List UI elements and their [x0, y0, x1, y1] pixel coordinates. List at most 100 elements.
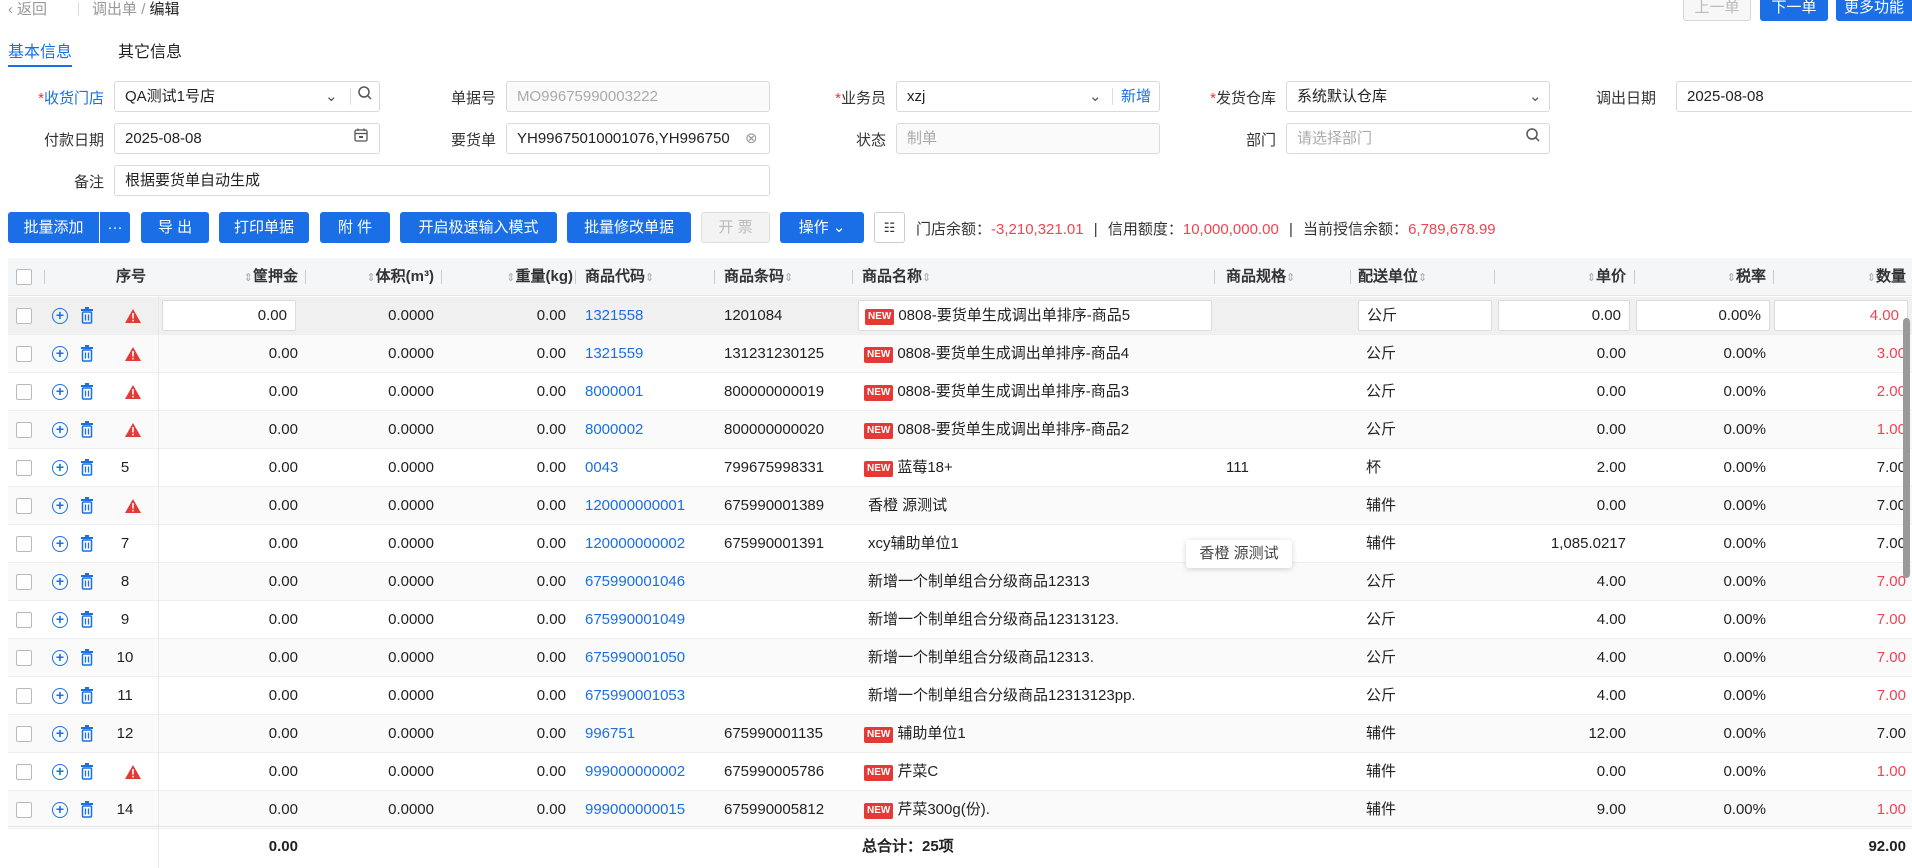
clear-icon[interactable]: ⊗	[745, 124, 758, 153]
delete-icon[interactable]	[80, 725, 94, 742]
remark-field[interactable]: 根据要货单自动生成	[114, 165, 770, 196]
print-button[interactable]: 打印单据	[219, 212, 309, 243]
code-link[interactable]: 675990001049	[585, 601, 685, 639]
add-row-icon[interactable]: +	[52, 308, 68, 324]
add-row-icon[interactable]: +	[52, 384, 68, 400]
table-row[interactable]: +0.00 0.0000 0.00 999000000002 675990005786 N…	[8, 753, 1912, 791]
code-link[interactable]: 675990001046	[585, 563, 685, 601]
table-row[interactable]: +10 0.00 0.0000 0.00 675990001050 新增一个制单组合分级商…	[8, 639, 1912, 677]
col-volume[interactable]: ⇕体积(m³)	[308, 258, 434, 296]
row-checkbox[interactable]	[16, 802, 32, 818]
code-link[interactable]: 996751	[585, 715, 635, 753]
back-link[interactable]: ‹ 返回	[8, 0, 47, 19]
col-barcode[interactable]: 商品条码⇕	[724, 258, 793, 296]
col-price[interactable]: ⇕单价	[1498, 258, 1626, 296]
deposit-input[interactable]: 0.00	[162, 300, 296, 331]
delete-icon[interactable]	[80, 573, 94, 590]
table-row[interactable]: +8 0.00 0.0000 0.00 675990001046 新增一个制单组合分级商品…	[8, 563, 1912, 601]
delete-icon[interactable]	[80, 611, 94, 628]
col-spec[interactable]: 商品规格⇕	[1226, 258, 1295, 296]
col-qty[interactable]: ⇕数量	[1778, 258, 1906, 296]
select-all-checkbox[interactable]	[16, 269, 32, 285]
qty-input[interactable]: 4.00	[1774, 300, 1908, 331]
col-deposit[interactable]: ⇕筐押金	[168, 258, 298, 296]
table-row[interactable]: +14 0.00 0.0000 0.00 999000000015 67599000581…	[8, 791, 1912, 829]
delete-icon[interactable]	[80, 421, 94, 438]
search-icon[interactable]	[357, 82, 373, 111]
add-row-icon[interactable]: +	[52, 688, 68, 704]
table-row[interactable]: +11 0.00 0.0000 0.00 675990001053 新增一个制单组合分级商…	[8, 677, 1912, 715]
add-row-icon[interactable]: +	[52, 536, 68, 552]
delete-icon[interactable]	[80, 649, 94, 666]
code-link[interactable]: 120000000001	[585, 487, 685, 525]
row-checkbox[interactable]	[16, 688, 32, 704]
add-row-icon[interactable]: +	[52, 460, 68, 476]
paydate-picker[interactable]: 2025-08-08	[114, 123, 380, 154]
table-row[interactable]: +7 0.00 0.0000 0.00 120000000002 675990001391…	[8, 525, 1912, 563]
row-checkbox[interactable]	[16, 384, 32, 400]
add-row-icon[interactable]: +	[52, 612, 68, 628]
row-checkbox[interactable]	[16, 346, 32, 362]
row-checkbox[interactable]	[16, 422, 32, 438]
code-link[interactable]: 8000002	[585, 411, 643, 449]
add-row-icon[interactable]: +	[52, 422, 68, 438]
outdate-picker[interactable]: 2025-08-08	[1676, 81, 1912, 112]
delete-icon[interactable]	[80, 345, 94, 362]
delete-icon[interactable]	[80, 383, 94, 400]
col-code[interactable]: 商品代码⇕	[585, 258, 654, 296]
code-link[interactable]: 999000000015	[585, 791, 685, 829]
salesman-select[interactable]: xzj ⌄ 新增	[896, 81, 1160, 112]
delete-icon[interactable]	[80, 801, 94, 818]
add-row-icon[interactable]: +	[52, 802, 68, 818]
table-row[interactable]: +0.00 0.0000 0.00 8000001 800000000019 NEW 080…	[8, 373, 1912, 411]
table-row[interactable]: +9 0.00 0.0000 0.00 675990001049 新增一个制单组合分级商品…	[8, 601, 1912, 639]
batch-add-button[interactable]: 批量添加	[8, 212, 99, 243]
unit-select[interactable]: 公斤	[1358, 300, 1492, 331]
tab-other-info[interactable]: 其它信息	[118, 38, 182, 62]
row-checkbox[interactable]	[16, 308, 32, 324]
table-row[interactable]: +0.00 0.0000 0.00 1321559 131231230125 NEW 080…	[8, 335, 1912, 373]
code-link[interactable]: 999000000002	[585, 753, 685, 791]
code-link[interactable]: 1321558	[585, 297, 643, 335]
col-unit[interactable]: 配送单位⇕	[1358, 258, 1427, 296]
prev-order-button[interactable]: 上一单	[1683, 0, 1751, 21]
export-button[interactable]: 导 出	[141, 212, 209, 243]
name-input[interactable]: NEW 0808-要货单生成调出单排序-商品5	[858, 300, 1212, 331]
attachment-button[interactable]: 附 件	[320, 212, 390, 243]
reqno-field[interactable]: YH99675010001076,YH996750 ⊗	[506, 123, 770, 154]
row-checkbox[interactable]	[16, 498, 32, 514]
table-row[interactable]: +12 0.00 0.0000 0.00 996751 675990001135 NEW 辅助…	[8, 715, 1912, 753]
tax-input[interactable]: 0.00%	[1636, 300, 1770, 331]
batch-edit-button[interactable]: 批量修改单据	[567, 212, 691, 243]
row-checkbox[interactable]	[16, 460, 32, 476]
code-link[interactable]: 1321559	[585, 335, 643, 373]
warehouse-select[interactable]: 系统默认仓库 ⌄	[1286, 81, 1550, 112]
code-link[interactable]: 0043	[585, 449, 618, 487]
add-row-icon[interactable]: +	[52, 764, 68, 780]
row-checkbox[interactable]	[16, 650, 32, 666]
add-row-icon[interactable]: +	[52, 574, 68, 590]
add-row-icon[interactable]: +	[52, 498, 68, 514]
row-checkbox[interactable]	[16, 726, 32, 742]
add-row-icon[interactable]: +	[52, 346, 68, 362]
table-row[interactable]: +0.00 0.0000 0.00 120000000001 675990001389 香…	[8, 487, 1912, 525]
add-row-icon[interactable]: +	[52, 726, 68, 742]
row-checkbox[interactable]	[16, 612, 32, 628]
dept-select[interactable]: 请选择部门	[1286, 123, 1550, 154]
delete-icon[interactable]	[80, 763, 94, 780]
row-checkbox[interactable]	[16, 536, 32, 552]
next-order-button[interactable]: 下一单	[1760, 0, 1828, 21]
delete-icon[interactable]	[80, 307, 94, 324]
tab-basic-info[interactable]: 基本信息	[8, 38, 72, 62]
table-row[interactable]: +0.00 0.0000 0.00 8000002 800000000020 NEW 080…	[8, 411, 1912, 449]
add-salesman-link[interactable]: 新增	[1121, 82, 1151, 111]
price-input[interactable]: 0.00	[1498, 300, 1630, 331]
store-select[interactable]: QA测试1号店 ⌄	[114, 81, 380, 112]
row-checkbox[interactable]	[16, 574, 32, 590]
table-row[interactable]: +0.00 0.0000 0.00 1321558 1201084 NEW 0808-要货单…	[8, 297, 1912, 335]
breadcrumb-parent[interactable]: 调出单	[92, 1, 137, 18]
search-icon[interactable]	[1525, 124, 1541, 153]
batch-add-more-button[interactable]: ···	[100, 212, 130, 243]
table-row[interactable]: +5 0.00 0.0000 0.00 0043 799675998331 NEW 蓝莓18+…	[8, 449, 1912, 487]
col-weight[interactable]: ⇕重量(kg)	[448, 258, 573, 296]
